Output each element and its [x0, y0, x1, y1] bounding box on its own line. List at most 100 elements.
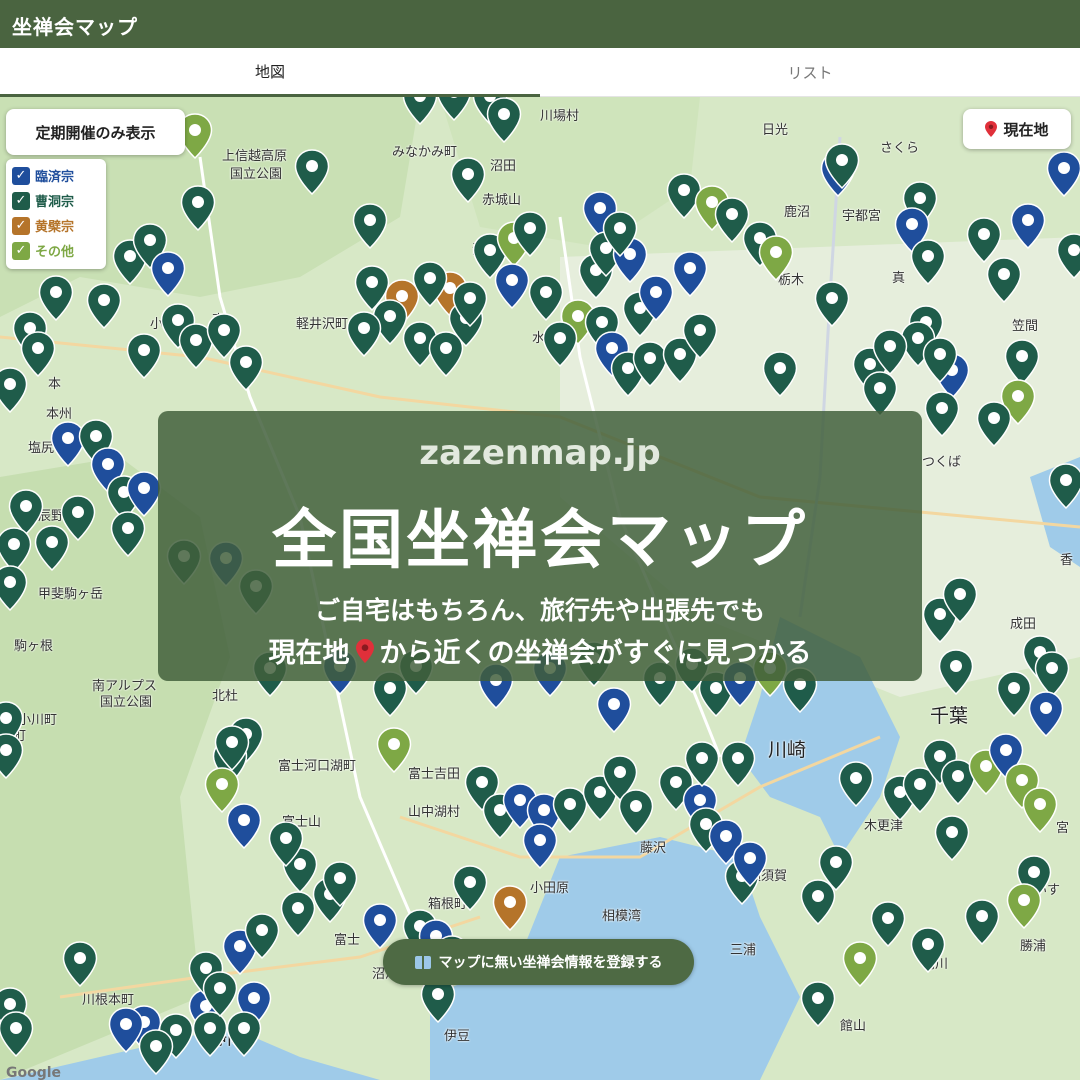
zazenkai-marker[interactable]	[226, 803, 262, 849]
zazenkai-marker[interactable]	[602, 211, 638, 257]
checkbox-other[interactable]: ✓	[12, 241, 30, 260]
zazenkai-marker[interactable]	[732, 841, 768, 887]
zazenkai-marker[interactable]	[838, 761, 874, 807]
zazenkai-marker[interactable]	[910, 927, 946, 973]
zazenkai-marker[interactable]	[682, 313, 718, 359]
zazenkai-marker[interactable]	[800, 981, 836, 1027]
zazenkai-marker[interactable]	[268, 821, 304, 867]
map-marker-icon	[838, 761, 874, 807]
zazenkai-marker[interactable]	[1048, 463, 1080, 509]
zazenkai-marker[interactable]	[1028, 691, 1064, 737]
zazenkai-marker[interactable]	[910, 239, 946, 285]
zazenkai-marker[interactable]	[214, 725, 250, 771]
zazenkai-marker[interactable]	[150, 251, 186, 297]
checkbox-rinzai[interactable]: ✓	[12, 166, 30, 185]
zazenkai-marker[interactable]	[226, 1011, 262, 1057]
zazenkai-marker[interactable]	[492, 885, 528, 931]
zazenkai-marker[interactable]	[192, 1011, 228, 1057]
zazenkai-marker[interactable]	[542, 321, 578, 367]
zazenkai-marker[interactable]	[62, 941, 98, 987]
register-zazenkai-label: マップに無い坐禅会情報を登録する	[438, 955, 663, 971]
zazenkai-marker[interactable]	[1010, 203, 1046, 249]
map-marker-icon	[732, 841, 768, 887]
zazenkai-marker[interactable]	[486, 97, 522, 143]
tab-list[interactable]: リスト	[540, 48, 1080, 97]
zazenkai-marker[interactable]	[126, 333, 162, 379]
zazenkai-marker[interactable]	[596, 687, 632, 733]
map-marker-icon	[1048, 463, 1080, 509]
map-marker-icon	[226, 803, 262, 849]
zazenkai-marker[interactable]	[494, 263, 530, 309]
zazenkai-marker[interactable]	[0, 565, 28, 611]
zazenkai-marker[interactable]	[814, 281, 850, 327]
map-marker-icon	[412, 261, 448, 307]
zazenkai-marker[interactable]	[452, 281, 488, 327]
legend-item-obaku[interactable]: ✓ 黄檗宗	[12, 213, 100, 238]
zazenkai-marker[interactable]	[0, 733, 24, 779]
zazenkai-marker[interactable]	[180, 185, 216, 231]
zazenkai-marker[interactable]	[672, 251, 708, 297]
zazenkai-marker[interactable]	[758, 235, 794, 281]
zazenkai-marker[interactable]	[1022, 787, 1058, 833]
zazenkai-marker[interactable]	[376, 727, 412, 773]
legend-item-other[interactable]: ✓ その他	[12, 238, 100, 263]
zazenkai-marker[interactable]	[346, 311, 382, 357]
zazenkai-marker[interactable]	[922, 337, 958, 383]
legend-item-rinzai[interactable]: ✓ 臨済宗	[12, 163, 100, 188]
zazenkai-marker[interactable]	[964, 899, 1000, 945]
zazenkai-marker[interactable]	[452, 865, 488, 911]
zazenkai-marker[interactable]	[762, 351, 798, 397]
regular-only-toggle-button[interactable]: 定期開催のみ表示	[6, 109, 185, 155]
map-area[interactable]: 上信越高原国立公園みなかみ町沼田赤城山川場村日光さくら鹿沼宇都宮渋川栃木真笠間軽…	[0, 97, 1080, 1080]
zazenkai-marker[interactable]	[872, 329, 908, 375]
current-location-button[interactable]: 現在地	[963, 109, 1071, 149]
zazenkai-marker[interactable]	[60, 495, 96, 541]
zazenkai-marker[interactable]	[428, 331, 464, 377]
zazenkai-marker[interactable]	[942, 577, 978, 623]
map-marker-icon	[0, 565, 28, 611]
tab-map[interactable]: 地図	[0, 48, 540, 97]
zazenkai-marker[interactable]	[228, 345, 264, 391]
zazenkai-marker[interactable]	[402, 97, 438, 125]
zazenkai-marker[interactable]	[720, 741, 756, 787]
checkbox-obaku[interactable]: ✓	[12, 216, 30, 235]
zazenkai-marker[interactable]	[842, 941, 878, 987]
zazenkai-marker[interactable]	[138, 1029, 174, 1075]
zazenkai-marker[interactable]	[244, 913, 280, 959]
zazenkai-marker[interactable]	[934, 815, 970, 861]
legend-item-soto[interactable]: ✓ 曹洞宗	[12, 188, 100, 213]
zazenkai-marker[interactable]	[322, 861, 358, 907]
zazenkai-marker[interactable]	[1046, 151, 1080, 197]
zazenkai-marker[interactable]	[618, 789, 654, 835]
zazenkai-marker[interactable]	[352, 203, 388, 249]
checkbox-soto[interactable]: ✓	[12, 191, 30, 210]
zazenkai-marker[interactable]	[110, 511, 146, 557]
zazenkai-marker[interactable]	[938, 649, 974, 695]
zazenkai-marker[interactable]	[976, 401, 1012, 447]
zazenkai-marker[interactable]	[1006, 883, 1042, 929]
zazenkai-marker[interactable]	[0, 367, 28, 413]
zazenkai-marker[interactable]	[86, 283, 122, 329]
map-pin-icon	[985, 121, 998, 137]
zazenkai-marker[interactable]	[450, 157, 486, 203]
zazenkai-marker[interactable]	[986, 257, 1022, 303]
map-marker-icon	[244, 913, 280, 959]
zazenkai-marker[interactable]	[824, 143, 860, 189]
map-marker-icon	[986, 257, 1022, 303]
zazenkai-marker[interactable]	[0, 1011, 34, 1057]
zazenkai-marker[interactable]	[528, 275, 564, 321]
map-marker-icon	[596, 687, 632, 733]
zazenkai-marker[interactable]	[800, 879, 836, 925]
map-marker-icon	[322, 861, 358, 907]
zazenkai-marker[interactable]	[436, 97, 472, 121]
zazenkai-marker[interactable]	[512, 211, 548, 257]
zazenkai-marker[interactable]	[996, 671, 1032, 717]
zazenkai-marker[interactable]	[924, 391, 960, 437]
zazenkai-marker[interactable]	[1056, 233, 1080, 279]
legend-label-obaku: 黄檗宗	[35, 220, 75, 235]
zazenkai-marker[interactable]	[412, 261, 448, 307]
zazenkai-marker[interactable]	[294, 149, 330, 195]
register-zazenkai-button[interactable]: マップに無い坐禅会情報を登録する	[383, 939, 694, 985]
zazenkai-marker[interactable]	[684, 741, 720, 787]
zazenkai-marker[interactable]	[280, 891, 316, 937]
